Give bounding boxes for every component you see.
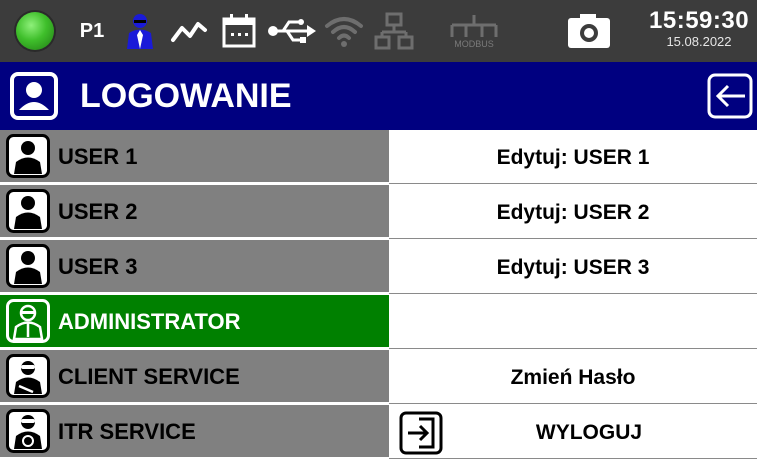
usb-icon [266,0,318,62]
edit-user-label: Edytuj: USER 3 [496,256,650,279]
edit-user-label: Edytuj: USER 1 [496,146,650,169]
clock-time: 15:59:30 [649,7,750,34]
back-arrow-icon [707,73,753,119]
user-row-administrator: ADMINISTRATOR [0,295,757,349]
user-row-3: USER 3 Edytuj: USER 3 [0,240,757,294]
modbus-label: MODBUS [454,39,494,49]
user-select-client-service[interactable]: CLIENT SERVICE [0,350,389,404]
user-label: USER 2 [58,199,138,224]
network-icon [372,0,416,62]
user-select-1[interactable]: USER 1 [0,130,389,184]
title-bar: LOGOWANIE [0,62,757,130]
client-service-icon [6,354,50,398]
user-label: CLIENT SERVICE [58,364,240,389]
back-button[interactable] [707,73,753,119]
page-title: LOGOWANIE [80,77,292,115]
user-label: USER 1 [58,144,138,169]
user-icon [6,134,50,178]
admin-action-label [389,295,757,349]
user-select-administrator[interactable]: ADMINISTRATOR [0,295,389,349]
user-row-2: USER 2 Edytuj: USER 2 [0,185,757,239]
itr-service-icon [6,409,50,453]
logout-label: WYLOGUJ [535,421,643,444]
edit-user-2-button[interactable]: Edytuj: USER 2 [389,185,757,239]
user-select-itr-service[interactable]: ITR SERVICE [0,405,389,459]
edit-user-1-button[interactable]: Edytuj: USER 1 [389,130,757,184]
user-icon [6,244,50,288]
user-select-3[interactable]: USER 3 [0,240,389,294]
modbus-icon: MODBUS [424,0,524,62]
logout-icon [399,411,443,455]
admin-icon [6,299,50,343]
edit-user-label: Edytuj: USER 2 [496,201,650,224]
user-profile-icon [10,72,58,120]
status-led [12,0,58,62]
user-label: ITR SERVICE [58,419,196,444]
profile-label: P1 [79,19,105,42]
user-icon [6,189,50,233]
user-row-client-service: CLIENT SERVICE Zmień Hasło [0,350,757,404]
user-icon [120,0,160,62]
clock-date: 15.08.2022 [666,34,732,49]
status-bar: P1 MODBUS 15:59:30 15.08.2022 [0,0,757,62]
camera-icon[interactable] [564,0,614,62]
clock: 15:59:30 15.08.2022 [649,7,750,50]
user-label: USER 3 [58,254,138,279]
edit-user-3-button[interactable]: Edytuj: USER 3 [389,240,757,294]
logout-button[interactable]: WYLOGUJ [389,405,757,459]
admin-action-cell [389,295,757,349]
login-screen: P1 MODBUS 15:59:30 15.08.2022 LOGOWANIE … [0,0,757,461]
user-row-itr-service: ITR SERVICE WYLOGUJ [0,405,757,459]
change-password-label: Zmień Hasło [510,366,636,389]
user-list: USER 1 Edytuj: USER 1 USER 2 Edytuj: USE… [0,130,757,461]
trend-icon [168,0,210,62]
user-label: ADMINISTRATOR [58,309,241,334]
calendar-icon [218,0,260,62]
user-select-2[interactable]: USER 2 [0,185,389,239]
change-password-button[interactable]: Zmień Hasło [389,350,757,404]
user-row-1: USER 1 Edytuj: USER 1 [0,130,757,184]
wifi-icon [322,0,366,62]
